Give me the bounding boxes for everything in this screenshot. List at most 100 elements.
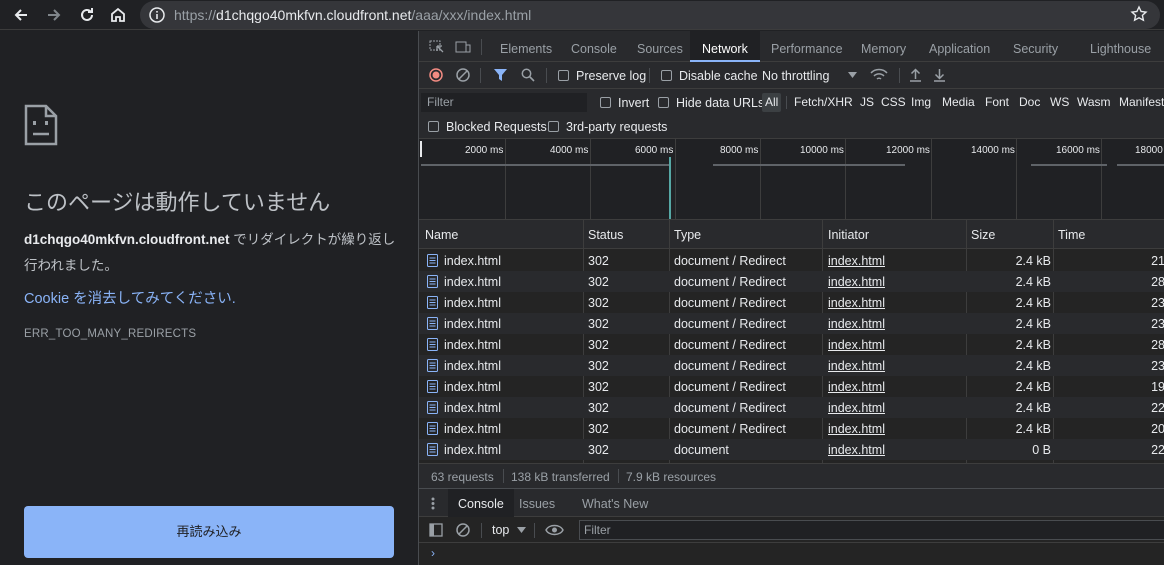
- clear-console-icon[interactable]: [456, 523, 470, 537]
- tab-lighthouse[interactable]: Lighthouse: [1090, 31, 1151, 62]
- table-row[interactable]: index.html 302 document / Redirect index.ht…: [419, 334, 1164, 355]
- reload-button[interactable]: [76, 4, 98, 26]
- table-row[interactable]: index.html 302 document / Redirect index.ht…: [419, 313, 1164, 334]
- table-row[interactable]: index.html 302 document / Redirect index.ht…: [419, 271, 1164, 292]
- cell-initiator[interactable]: index.html: [828, 254, 885, 268]
- search-icon[interactable]: [521, 68, 535, 82]
- home-button[interactable]: [107, 4, 129, 26]
- filter-type-fetch-xhr[interactable]: Fetch/XHR: [794, 93, 853, 112]
- back-button[interactable]: [10, 4, 32, 26]
- bookmark-star-icon[interactable]: [1130, 5, 1148, 23]
- table-row[interactable]: index.html 302 document / Redirect index.ht…: [419, 376, 1164, 397]
- cell-time: 19: [1151, 380, 1164, 394]
- filter-input[interactable]: Filter: [421, 93, 587, 112]
- forward-button[interactable]: [43, 4, 65, 26]
- table-row[interactable]: index.html 302 document / Redirect index.ht…: [419, 292, 1164, 313]
- column-initiator[interactable]: Initiator: [828, 228, 869, 242]
- timeline-gridline: [590, 139, 591, 219]
- tab-performance[interactable]: Performance: [771, 31, 843, 62]
- more-options-icon[interactable]: [431, 497, 435, 510]
- cell-initiator[interactable]: index.html: [828, 359, 885, 373]
- cell-initiator[interactable]: index.html: [828, 275, 885, 289]
- tab-security[interactable]: Security: [1013, 31, 1058, 62]
- tab-memory[interactable]: Memory: [861, 31, 906, 62]
- table-row[interactable]: index.html 302 document / Redirect index.ht…: [419, 397, 1164, 418]
- timeline-tick: 18000: [1135, 145, 1163, 156]
- cookie-link[interactable]: Cookie: [24, 291, 69, 307]
- table-row[interactable]: index.html 302 document / Redirect index.ht…: [419, 418, 1164, 439]
- reload-page-button[interactable]: 再読み込み: [24, 506, 394, 558]
- drawer-tab-whats-new[interactable]: What's New: [582, 489, 648, 517]
- clear-icon[interactable]: [456, 68, 470, 82]
- filter-type-font[interactable]: Font: [985, 93, 1009, 112]
- drawer-tab-issues[interactable]: Issues: [519, 489, 555, 517]
- tab-elements[interactable]: Elements: [500, 31, 552, 62]
- export-har-icon[interactable]: [933, 68, 946, 82]
- column-name[interactable]: Name: [425, 228, 458, 242]
- url-text[interactable]: https://d1chqgo40mkfvn.cloudfront.net/aa…: [174, 7, 531, 23]
- document-icon: [427, 275, 438, 288]
- cell-name: index.html: [444, 401, 501, 415]
- device-toolbar-icon[interactable]: [455, 40, 471, 54]
- filter-type-img[interactable]: Img: [911, 93, 931, 112]
- disable-cache-checkbox[interactable]: [661, 70, 672, 81]
- address-bar[interactable]: https://d1chqgo40mkfvn.cloudfront.net/aa…: [140, 1, 1160, 29]
- tab-console[interactable]: Console: [571, 31, 617, 62]
- document-icon: [427, 317, 438, 330]
- table-row[interactable]: index.html 302 document / Redirect index.ht…: [419, 250, 1164, 271]
- cell-initiator[interactable]: index.html: [828, 338, 885, 352]
- network-overview-timeline[interactable]: 2000 ms 4000 ms 6000 ms 8000 ms 10000 ms…: [419, 139, 1164, 220]
- cell-status: 302: [588, 254, 609, 268]
- blocked-requests-checkbox[interactable]: [428, 121, 439, 132]
- chevron-down-icon[interactable]: [517, 527, 526, 533]
- filter-type-manifest[interactable]: Manifest: [1119, 93, 1164, 112]
- import-har-icon[interactable]: [909, 68, 922, 82]
- column-type[interactable]: Type: [674, 228, 701, 242]
- console-filter-input[interactable]: Filter: [579, 520, 1164, 540]
- table-row[interactable]: index.html 302 document index.html 0 B 22: [419, 439, 1164, 460]
- cell-initiator[interactable]: index.html: [828, 422, 885, 436]
- chevron-down-icon[interactable]: [848, 72, 857, 78]
- column-status[interactable]: Status: [588, 228, 623, 242]
- tab-network[interactable]: Network: [690, 31, 760, 62]
- cell-initiator[interactable]: index.html: [828, 380, 885, 394]
- eye-icon[interactable]: [545, 524, 564, 536]
- third-party-checkbox[interactable]: [548, 121, 559, 132]
- sidebar-toggle-icon[interactable]: [429, 523, 443, 537]
- context-select[interactable]: top: [492, 523, 509, 537]
- filter-type-css[interactable]: CSS: [881, 93, 906, 112]
- table-row[interactable]: index.html 302 document / Redirect index.ht…: [419, 355, 1164, 376]
- toolbar-divider: [786, 96, 787, 109]
- inspect-element-icon[interactable]: [429, 40, 445, 54]
- column-size[interactable]: Size: [971, 228, 995, 242]
- network-conditions-icon[interactable]: [870, 68, 888, 82]
- cell-initiator[interactable]: index.html: [828, 317, 885, 331]
- filter-type-all[interactable]: All: [762, 93, 782, 112]
- filter-type-doc[interactable]: Doc: [1019, 93, 1040, 112]
- hide-data-urls-checkbox[interactable]: [658, 97, 669, 108]
- toolbar-divider: [546, 68, 547, 83]
- tab-application[interactable]: Application: [929, 31, 990, 62]
- invert-checkbox[interactable]: [600, 97, 611, 108]
- cell-initiator[interactable]: index.html: [828, 443, 885, 457]
- cell-time: 22: [1151, 443, 1164, 457]
- preserve-log-checkbox[interactable]: [558, 70, 569, 81]
- cell-initiator[interactable]: index.html: [828, 296, 885, 310]
- throttling-select[interactable]: No throttling: [762, 69, 829, 83]
- filter-funnel-icon[interactable]: [494, 68, 507, 82]
- document-icon: [427, 443, 438, 456]
- console-prompt[interactable]: ›: [431, 546, 435, 560]
- filter-type-media[interactable]: Media: [942, 93, 975, 112]
- cell-size: 2.4 kB: [1015, 275, 1051, 289]
- filter-type-ws[interactable]: WS: [1050, 93, 1069, 112]
- drawer-tab-console[interactable]: Console: [448, 489, 514, 517]
- info-icon[interactable]: [148, 6, 166, 24]
- record-stop-icon[interactable]: [429, 68, 443, 82]
- column-time[interactable]: Time: [1058, 228, 1085, 242]
- cell-initiator[interactable]: index.html: [828, 401, 885, 415]
- tab-sources[interactable]: Sources: [637, 31, 683, 62]
- filter-type-js[interactable]: JS: [860, 93, 874, 112]
- filter-type-wasm[interactable]: Wasm: [1077, 93, 1111, 112]
- network-summary-bar: 63 requests 138 kB transferred 7.9 kB re…: [419, 463, 1164, 488]
- home-icon: [111, 7, 125, 22]
